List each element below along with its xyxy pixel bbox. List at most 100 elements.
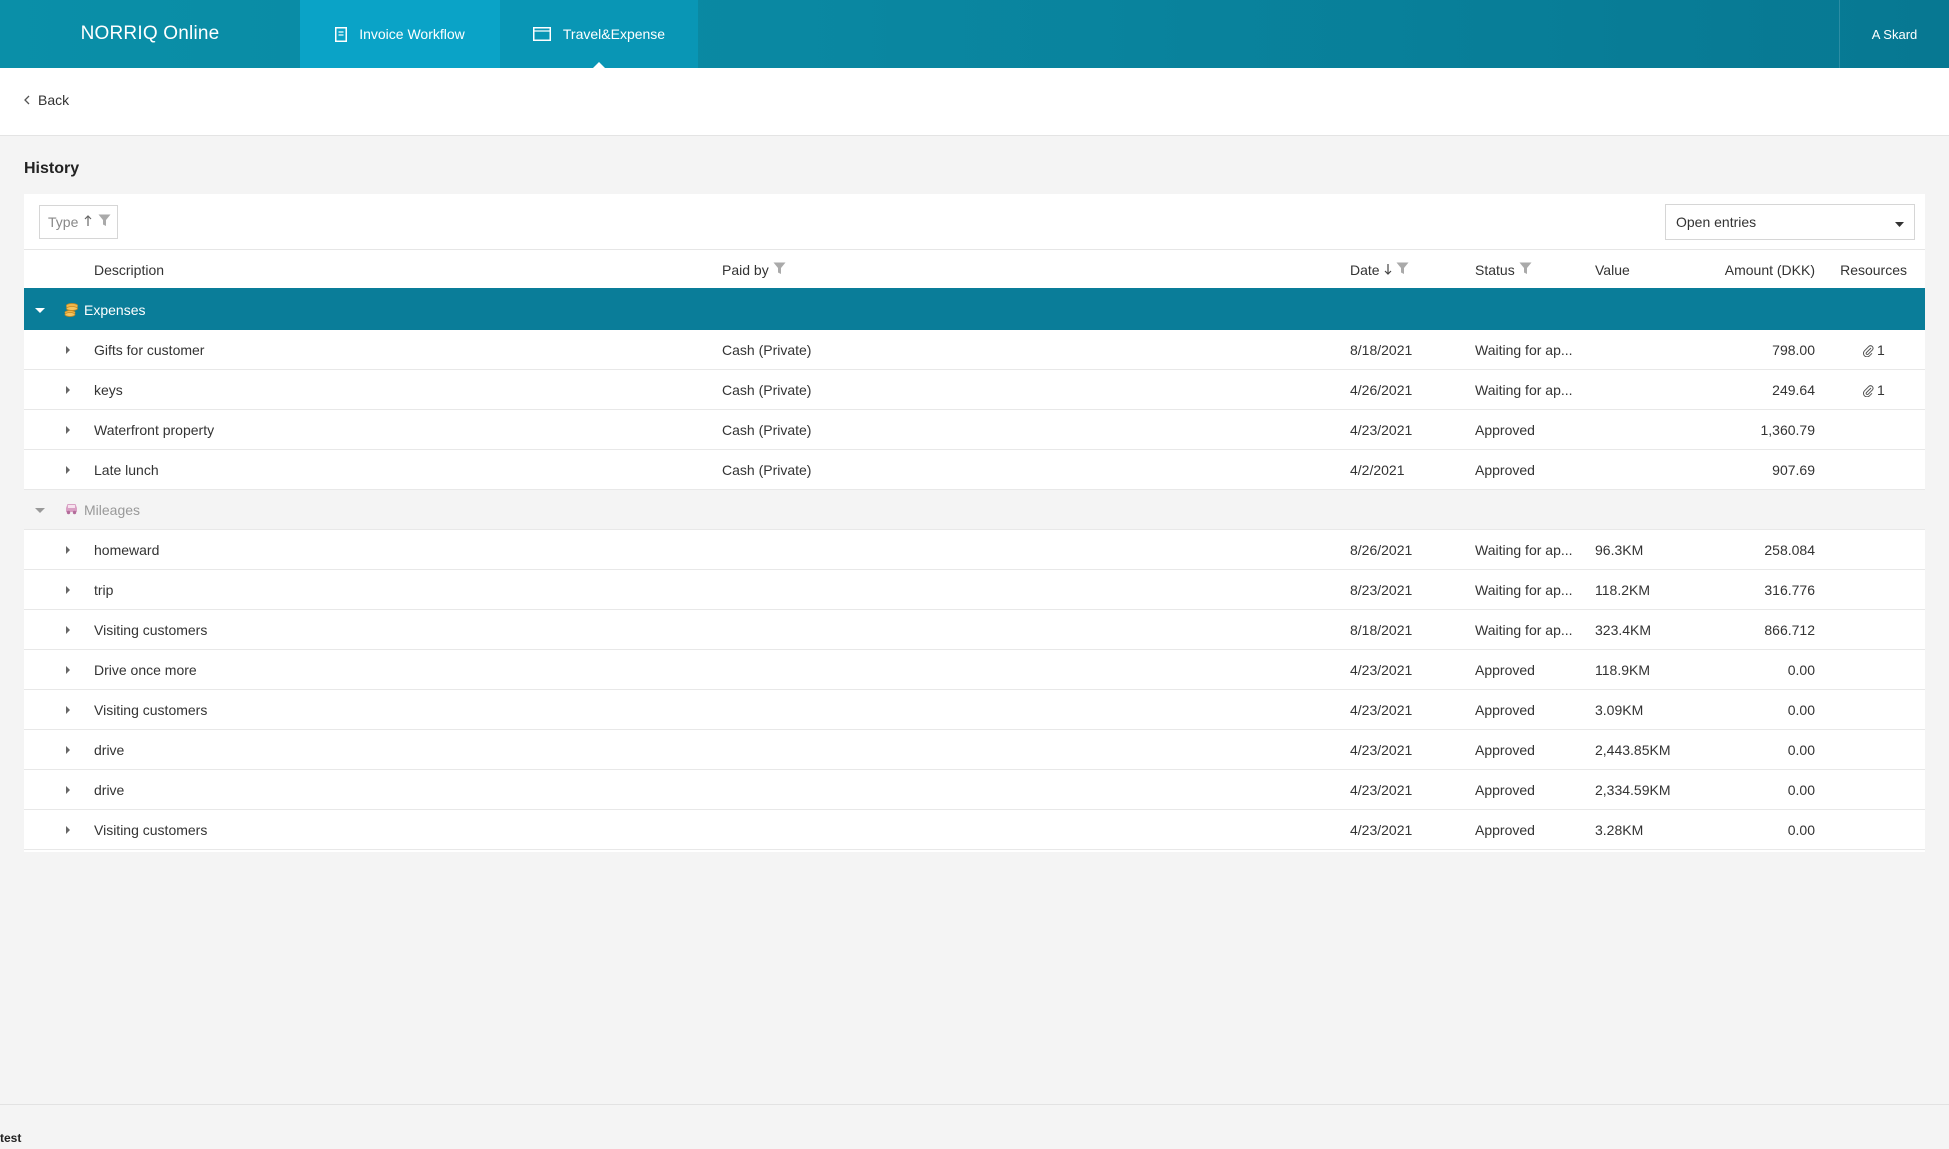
- cell-date: 4/23/2021: [1350, 662, 1413, 678]
- filter-icon[interactable]: [1396, 262, 1409, 278]
- cell-description: Late lunch: [94, 462, 159, 478]
- cell-description: drive: [94, 742, 125, 758]
- back-button[interactable]: Back: [24, 92, 69, 108]
- col-value[interactable]: Value: [1595, 262, 1630, 278]
- cell-description: Visiting customers: [94, 702, 208, 718]
- table-row[interactable]: keys Cash (Private) 4/26/2021 Waiting for a…: [24, 370, 1925, 410]
- col-amount[interactable]: Amount (DKK): [1725, 262, 1815, 278]
- page-title: History: [24, 160, 80, 177]
- expand-row-icon[interactable]: [66, 626, 70, 634]
- table-row[interactable]: homeward 8/26/2021 Waiting for ap... 96.3KM…: [24, 530, 1925, 570]
- group-expenses-label: Expenses: [84, 302, 146, 318]
- expand-row-icon[interactable]: [66, 826, 70, 834]
- table-header: Description Paid by Date Status Value Am…: [24, 250, 1925, 290]
- col-description-label: Description: [94, 262, 165, 278]
- expand-row-icon[interactable]: [66, 546, 70, 554]
- cell-amount: 866.712: [1764, 622, 1815, 638]
- footer-text: test: [0, 1131, 22, 1145]
- cell-amount: 0.00: [1787, 822, 1815, 838]
- cell-status: Waiting for ap...: [1475, 542, 1573, 558]
- group-expenses[interactable]: Expenses: [24, 290, 1925, 330]
- cell-description: drive: [94, 782, 125, 798]
- col-status-label: Status: [1475, 262, 1515, 278]
- cell-date: 8/18/2021: [1350, 622, 1413, 638]
- expand-row-icon[interactable]: [66, 746, 70, 754]
- collapse-icon[interactable]: [35, 508, 45, 513]
- type-filter-label: Type: [48, 214, 79, 230]
- sort-down-icon[interactable]: [1384, 262, 1392, 278]
- cell-date: 4/2/2021: [1350, 462, 1405, 478]
- cell-date: 4/23/2021: [1350, 742, 1413, 758]
- col-description[interactable]: Description: [94, 262, 164, 278]
- cell-paid-by: Cash (Private): [722, 462, 812, 478]
- table-row[interactable]: Visiting customers 4/23/2021 Approved 3.09K…: [24, 690, 1925, 730]
- type-filter-chip[interactable]: Type: [39, 205, 118, 239]
- expand-row-icon[interactable]: [66, 426, 70, 434]
- table-row[interactable]: drive 4/23/2021 Approved 2,443.85KM 0.00: [24, 730, 1925, 770]
- filter-icon[interactable]: [773, 262, 786, 278]
- cell-description: Waterfront property: [94, 422, 215, 438]
- car-icon: [64, 502, 79, 518]
- entries-select[interactable]: Open entries: [1665, 204, 1915, 240]
- table-row[interactable]: drive 4/23/2021 Approved 2,334.59KM 0.00: [24, 770, 1925, 810]
- expand-row-icon[interactable]: [66, 706, 70, 714]
- table-row[interactable]: trip 8/23/2021 Waiting for ap... 118.2KM 316…: [24, 570, 1925, 610]
- col-value-label: Value: [1595, 262, 1630, 278]
- expand-row-icon[interactable]: [66, 666, 70, 674]
- table-row[interactable]: Waterfront property Cash (Private) 4/23/20…: [24, 410, 1925, 450]
- cell-status: Approved: [1475, 822, 1535, 838]
- cell-value: 323.4KM: [1595, 622, 1652, 638]
- table-row[interactable]: Drive once more 4/23/2021 Approved 118.9KM 0…: [24, 650, 1925, 690]
- expand-row-icon[interactable]: [66, 466, 70, 474]
- cell-value: 96.3KM: [1595, 542, 1644, 558]
- col-resources[interactable]: Resources: [1840, 262, 1907, 278]
- brand-logo[interactable]: NORRIQ Online: [0, 0, 300, 68]
- cell-date: 4/23/2021: [1350, 422, 1413, 438]
- col-paid-by[interactable]: Paid by: [722, 262, 786, 278]
- cell-status: Waiting for ap...: [1475, 342, 1573, 358]
- cell-value: 3.28KM: [1595, 822, 1644, 838]
- cell-resources[interactable]: 1: [1862, 382, 1885, 398]
- col-date-label: Date: [1350, 262, 1380, 278]
- col-status[interactable]: Status: [1475, 262, 1532, 278]
- wallet-icon: [532, 27, 551, 41]
- cell-amount: 316.776: [1764, 582, 1815, 598]
- cell-value: 2,334.59KM: [1595, 782, 1671, 798]
- expand-row-icon[interactable]: [66, 786, 70, 794]
- cell-description: Visiting customers: [94, 822, 208, 838]
- cell-status: Approved: [1475, 702, 1535, 718]
- expand-row-icon[interactable]: [66, 346, 70, 354]
- back-bar: Back: [0, 68, 1949, 136]
- cell-resources[interactable]: 1: [1862, 342, 1885, 358]
- table-row[interactable]: Visiting customers 8/18/2021 Waiting for a…: [24, 610, 1925, 650]
- col-date[interactable]: Date: [1350, 262, 1409, 278]
- cell-status: Approved: [1475, 662, 1535, 678]
- filter-icon[interactable]: [1519, 262, 1532, 278]
- cell-date: 8/23/2021: [1350, 582, 1413, 598]
- cell-date: 4/23/2021: [1350, 822, 1413, 838]
- cell-amount: 798.00: [1772, 342, 1815, 358]
- table-row[interactable]: Late lunch Cash (Private) 4/2/2021 Approved…: [24, 450, 1925, 490]
- expand-row-icon[interactable]: [66, 386, 70, 394]
- group-mileages-label: Mileages: [84, 502, 141, 518]
- expand-row-icon[interactable]: [66, 586, 70, 594]
- back-label: Back: [38, 92, 70, 108]
- tab-invoice-workflow[interactable]: Invoice Workflow: [300, 0, 500, 68]
- filter-icon[interactable]: [98, 214, 111, 230]
- col-resources-label: Resources: [1840, 262, 1907, 278]
- resource-count: 1: [1877, 342, 1885, 358]
- cell-value: 118.2KM: [1595, 582, 1650, 598]
- user-menu[interactable]: A Skard: [1839, 0, 1949, 68]
- table-toolbar: Type Open entries: [24, 194, 1925, 250]
- cell-amount: 0.00: [1787, 662, 1815, 678]
- cell-description: homeward: [94, 542, 160, 558]
- tab-travel-expense[interactable]: Travel&Expense: [500, 0, 698, 68]
- cell-date: 8/18/2021: [1350, 342, 1413, 358]
- sort-up-icon[interactable]: [84, 214, 92, 230]
- footer-divider: [0, 1104, 1949, 1105]
- group-mileages[interactable]: Mileages: [24, 490, 1925, 530]
- collapse-icon[interactable]: [35, 308, 45, 313]
- table-row[interactable]: Visiting customers 4/23/2021 Approved 3.28K…: [24, 810, 1925, 850]
- table-row[interactable]: Gifts for customer Cash (Private) 8/18/202…: [24, 330, 1925, 370]
- cell-amount: 0.00: [1787, 742, 1815, 758]
